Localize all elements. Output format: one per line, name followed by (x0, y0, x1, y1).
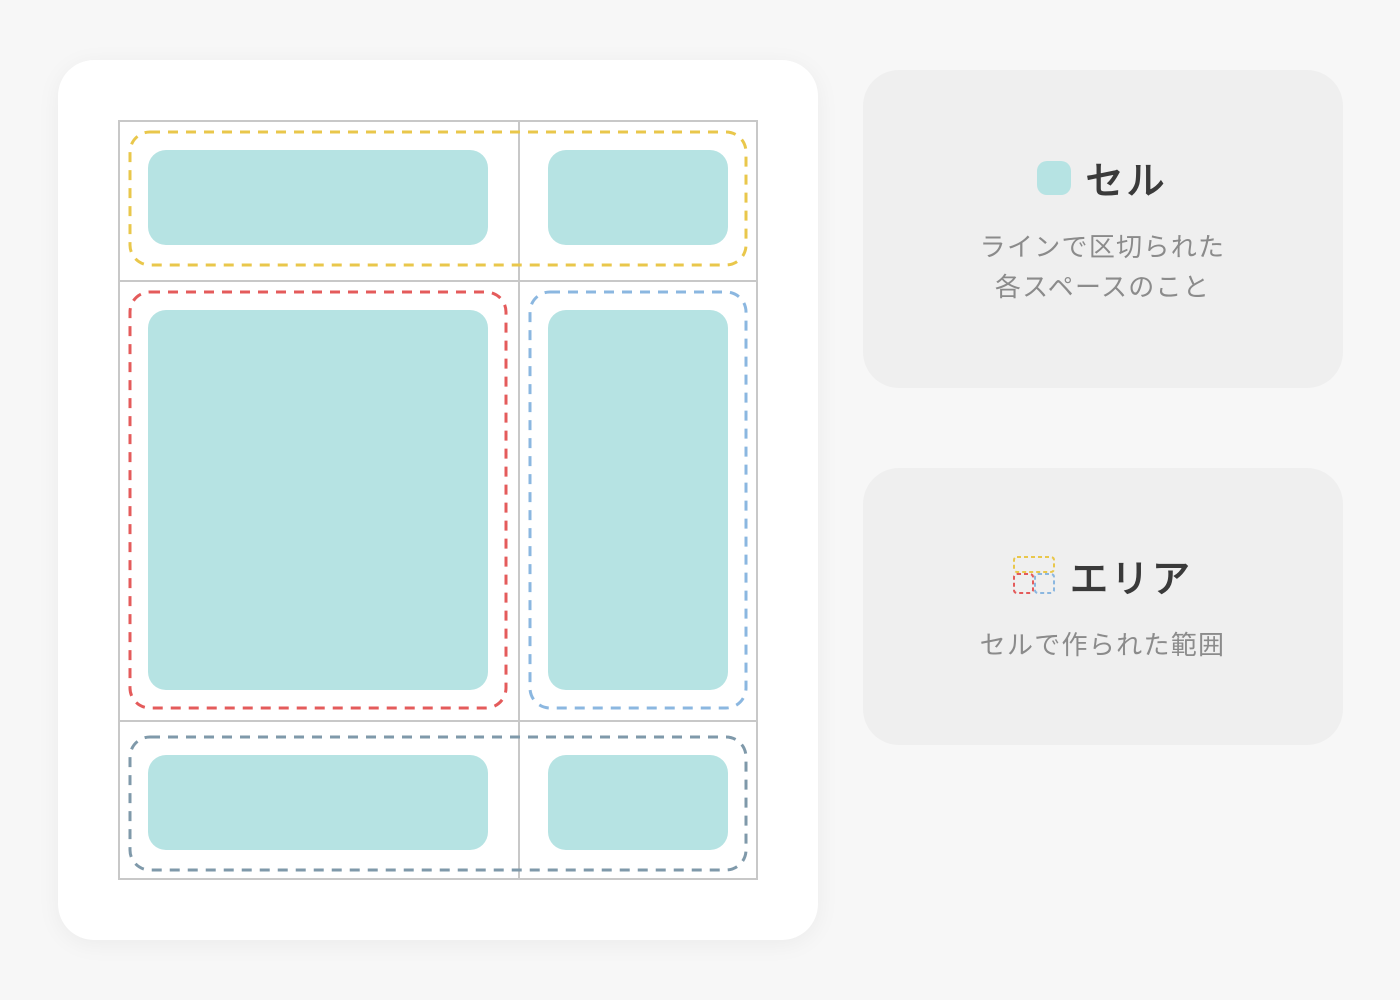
legend-column: セル ラインで区切られた 各スペースのこと エリア セルで作られた範囲 (863, 60, 1343, 745)
grid-row-line (118, 280, 758, 282)
grid-row-line (118, 120, 758, 122)
area-swatch-icon (1012, 555, 1056, 595)
cell (148, 150, 488, 245)
grid-row-line (118, 720, 758, 722)
grid-diagram-panel (58, 60, 818, 940)
grid-row-line (118, 878, 758, 880)
legend-card-cell: セル ラインで区切られた 各スペースのこと (863, 70, 1343, 388)
grid-col-line (118, 120, 120, 880)
cell (548, 755, 728, 850)
cell (148, 310, 488, 690)
grid-col-line (518, 120, 520, 880)
cell-swatch-icon (1037, 161, 1071, 195)
legend-card-area: エリア セルで作られた範囲 (863, 468, 1343, 745)
legend-cell-title: セル (1085, 150, 1167, 205)
grid-surface (118, 120, 758, 880)
cell (548, 150, 728, 245)
legend-area-desc: セルで作られた範囲 (918, 625, 1288, 665)
grid-col-line (756, 120, 758, 880)
legend-area-title: エリア (1070, 548, 1193, 603)
cell (548, 310, 728, 690)
cell (148, 755, 488, 850)
legend-cell-desc: ラインで区切られた 各スペースのこと (918, 227, 1288, 308)
